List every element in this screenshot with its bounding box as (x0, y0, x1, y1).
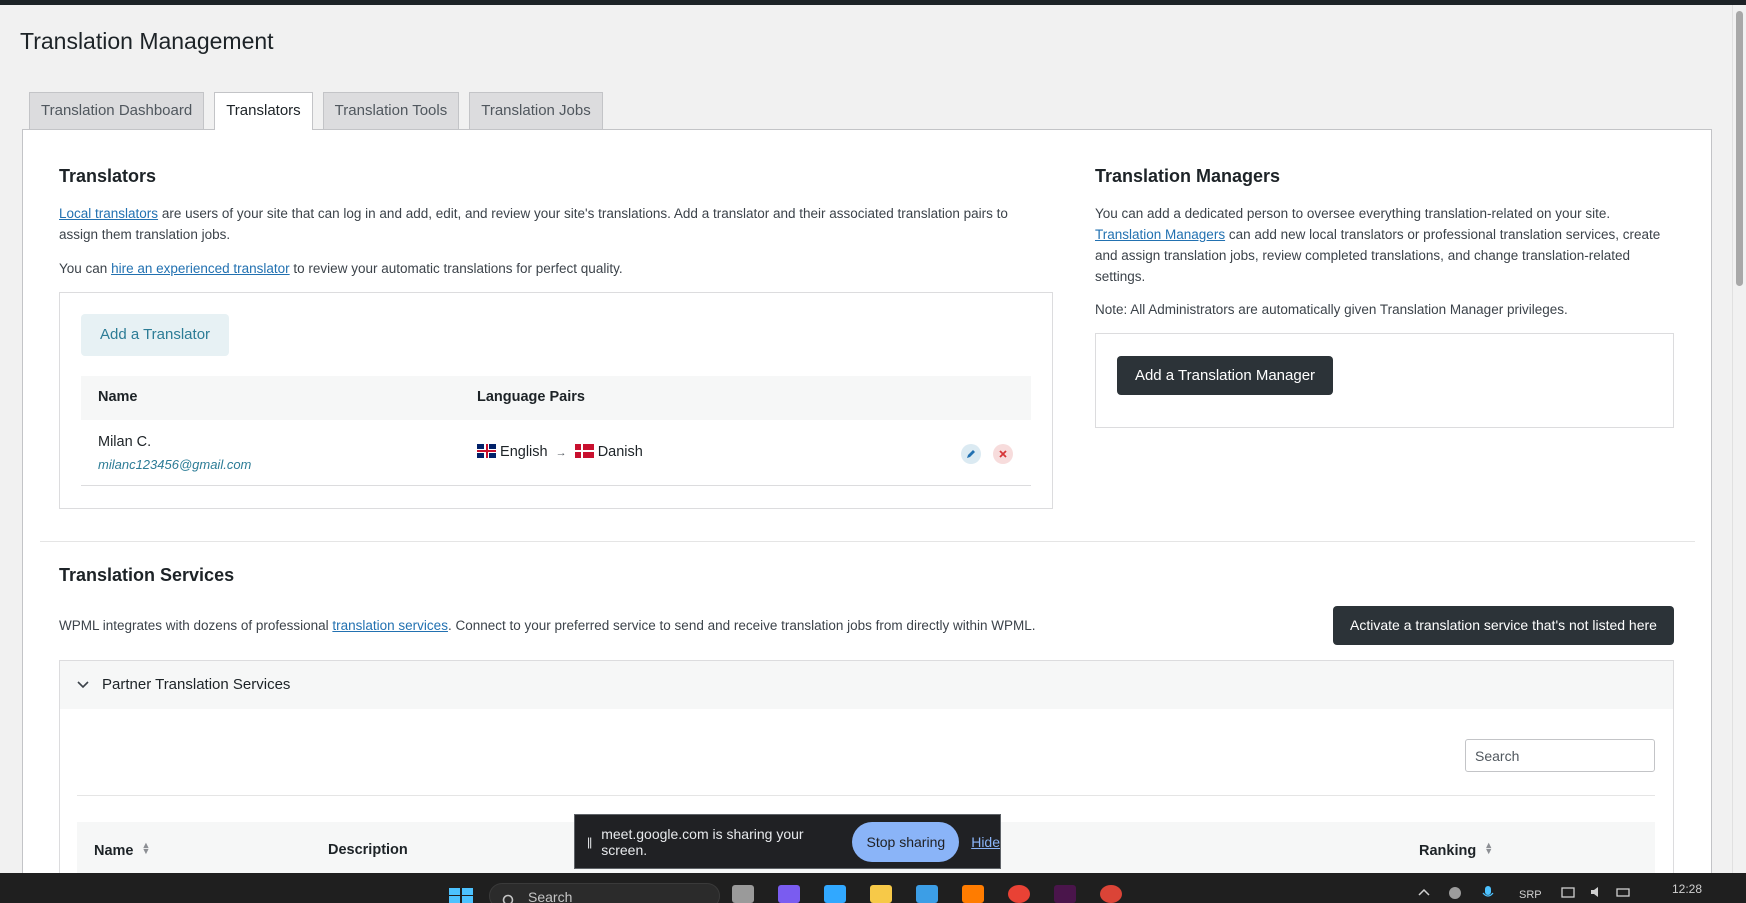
body-divider (77, 795, 1655, 796)
translator-name: Milan C. (98, 434, 152, 450)
local-translators-link[interactable]: Local translators (59, 206, 158, 221)
keyboard-language[interactable]: SRP (1519, 889, 1542, 901)
tab-translation-jobs[interactable]: Translation Jobs (469, 92, 603, 129)
hire-translator-text: You can hire an experienced translator t… (59, 258, 1029, 279)
tab-translation-dashboard[interactable]: Translation Dashboard (29, 92, 205, 129)
services-description: WPML integrates with dozens of professio… (59, 615, 1299, 636)
taskbar-search-label: Search (528, 889, 573, 903)
services-heading: Translation Services (59, 565, 235, 585)
app-tray-icon[interactable] (1447, 885, 1463, 903)
tab-bar: Translation Dashboard Translators Transl… (29, 92, 603, 130)
page-title: Translation Management (20, 28, 274, 54)
scrollbar-thumb[interactable] (1736, 11, 1743, 286)
services-desc-prefix: WPML integrates with dozens of professio… (59, 618, 333, 633)
delete-x-icon[interactable] (993, 444, 1013, 464)
translators-intro: Local translators are users of your site… (59, 203, 1029, 245)
services-column-ranking[interactable]: Ranking ▲ ▼ (1419, 840, 1494, 860)
tab-translators[interactable]: Translators (214, 92, 313, 130)
services-search-input[interactable] (1465, 739, 1655, 772)
hire-prefix: You can (59, 261, 112, 276)
volume-icon[interactable] (1590, 885, 1606, 902)
managers-description: You can add a dedicated person to overse… (1095, 203, 1675, 287)
source-language: English (500, 444, 548, 460)
hire-suffix: to review your automatic translations fo… (289, 261, 623, 276)
microphone-icon[interactable] (1482, 885, 1494, 903)
translation-managers-link[interactable]: Translation Managers (1095, 227, 1225, 242)
battery-icon[interactable] (1616, 885, 1632, 902)
services-column-name[interactable]: Name ▲ ▼ (94, 840, 151, 860)
screen-share-bar: || meet.google.com is sharing your scree… (574, 814, 1001, 869)
activate-service-button[interactable]: Activate a translation service that's no… (1333, 606, 1674, 645)
language-pair: English → Danish (477, 444, 643, 460)
taskbar-search[interactable]: Search (489, 883, 720, 903)
drag-handle-icon[interactable]: || (587, 835, 592, 849)
translators-heading: Translators (59, 166, 157, 186)
managers-heading: Translation Managers (1095, 166, 1281, 186)
illustrator-icon[interactable] (962, 885, 984, 903)
table-row: Milan C. milanc123456@gmail.com English … (81, 420, 1031, 486)
network-icon[interactable] (1561, 885, 1577, 902)
windows-start-icon[interactable] (449, 888, 473, 903)
sort-icon: ▲ ▼ (1484, 840, 1494, 856)
partner-services-label: Partner Translation Services (102, 676, 291, 693)
translators-intro-text: are users of your site that can log in a… (59, 206, 1008, 242)
windows-taskbar: Search SRP 12:28 (0, 873, 1746, 903)
clock-time[interactable]: 12:28 (1672, 882, 1702, 896)
services-column-name-label: Name (94, 843, 134, 859)
uk-flag-icon (477, 444, 496, 458)
chrome-icon[interactable] (1008, 885, 1030, 903)
page-scrollbar[interactable] (1732, 5, 1746, 873)
tab-translation-tools[interactable]: Translation Tools (322, 92, 460, 129)
partner-services-accordion[interactable]: Partner Translation Services (59, 660, 1674, 710)
hire-translator-link[interactable]: hire an experienced translator (111, 261, 290, 276)
edit-pencil-icon[interactable] (961, 444, 981, 464)
target-language: Danish (597, 444, 643, 460)
photoshop-icon[interactable] (824, 885, 846, 903)
browser-top-edge (0, 0, 1746, 5)
share-message: meet.google.com is sharing your screen. (601, 825, 804, 858)
column-name: Name (98, 389, 138, 405)
arrow-right-icon: → (555, 447, 567, 459)
translation-services-link[interactable]: translation services (332, 618, 448, 633)
section-divider (40, 541, 1695, 542)
denmark-flag-icon (574, 444, 594, 458)
stop-sharing-button[interactable]: Stop sharing (852, 821, 960, 862)
managers-note: Note: All Administrators are automatical… (1095, 302, 1568, 317)
chrome-profile-icon[interactable] (1100, 885, 1122, 903)
chevron-down-icon (77, 677, 89, 693)
copilot-icon[interactable] (778, 885, 800, 903)
store-icon[interactable] (916, 885, 938, 903)
hide-share-bar-link[interactable]: Hide (971, 834, 1000, 850)
services-column-description: Description (328, 842, 408, 858)
slack-icon[interactable] (1054, 885, 1076, 903)
add-translator-button[interactable]: Add a Translator (81, 314, 229, 356)
chevron-up-icon[interactable] (1418, 887, 1430, 899)
add-translation-manager-button[interactable]: Add a Translation Manager (1117, 356, 1333, 395)
managers-line1: You can add a dedicated person to overse… (1095, 206, 1611, 221)
sort-icon: ▲ ▼ (141, 840, 151, 856)
search-icon (502, 890, 516, 903)
column-language-pairs: Language Pairs (477, 389, 585, 405)
task-view-icon[interactable] (732, 885, 754, 903)
translator-email: milanc123456@gmail.com (98, 457, 252, 472)
file-explorer-icon[interactable] (870, 885, 892, 903)
translators-table-header: Name Language Pairs (81, 376, 1031, 420)
services-desc-suffix: . Connect to your preferred service to s… (447, 618, 1036, 633)
services-column-ranking-label: Ranking (1419, 843, 1477, 859)
